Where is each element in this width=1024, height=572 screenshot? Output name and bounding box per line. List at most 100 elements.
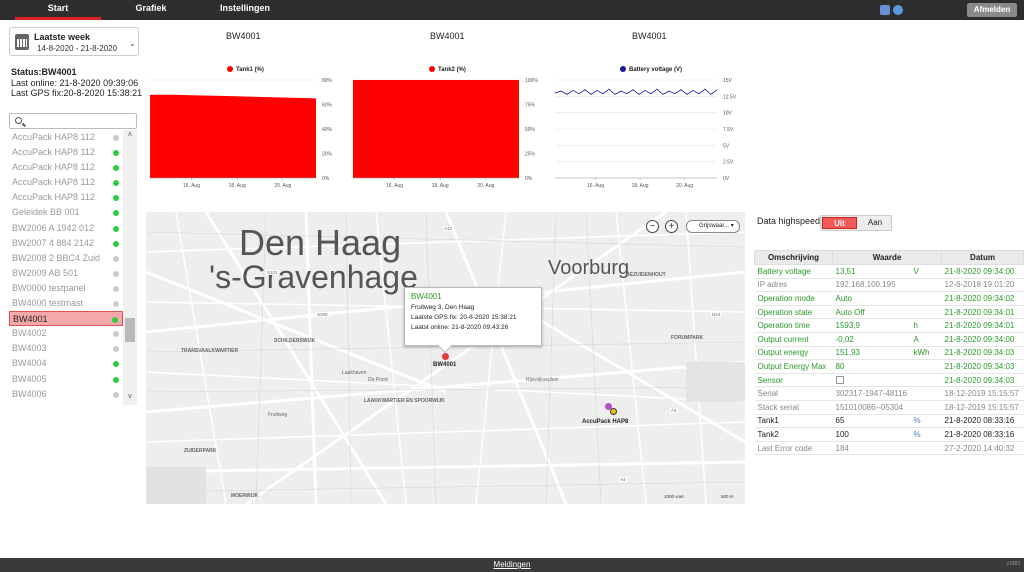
scroll-up-icon[interactable]: ˄ <box>125 130 135 139</box>
row-value: 80 <box>832 359 942 374</box>
map-type-label: Grijswaar... <box>699 223 730 229</box>
table-row: IP adres 192.168.100.195 12-6-2018 19:01:2… <box>754 278 1024 293</box>
scroll-thumb[interactable] <box>125 318 135 342</box>
data-point <box>704 88 706 90</box>
map-district-label: SCHILDERSWIJK <box>274 338 316 344</box>
tab-grafiek[interactable]: Grafiek <box>118 0 184 20</box>
highspeed-off-button[interactable]: Uit <box>822 217 857 229</box>
zoom-out-button[interactable]: − <box>646 220 659 233</box>
help-icon[interactable] <box>893 5 903 15</box>
sensor-checkbox[interactable] <box>835 375 844 384</box>
table-header: Omschrijving <box>754 250 833 265</box>
row-date: 18-12-2019 15:15:57 <box>941 386 1024 401</box>
chart2-title: BW4001 <box>430 31 465 41</box>
data-point <box>680 89 682 91</box>
highspeed-toggle[interactable]: Uit Aan <box>820 215 892 231</box>
language-icon[interactable] <box>880 5 890 15</box>
vehicle-list-item[interactable]: BW2007 4 884 2142 <box>9 236 123 251</box>
map-district-label: ZUIDERPARK <box>184 448 217 454</box>
row-value <box>832 373 942 388</box>
chart1-title: BW4001 <box>226 31 261 41</box>
data-point <box>710 94 712 95</box>
notifications-link[interactable]: Meldingen <box>0 558 1024 571</box>
status-title: Status:BW4001 <box>11 67 77 77</box>
map-type-select[interactable]: Grijswaar... ▾ <box>686 220 740 233</box>
popup-address: Fruitweg 3, Den Haag <box>411 304 475 311</box>
vehicle-name: BW4006 <box>12 388 47 399</box>
table-row: Operation time 1593,9 h 21-8-2020 09:34:01 <box>754 318 1024 333</box>
map-district-label: BEZUIDENHOUT <box>626 272 666 278</box>
vehicle-list-item[interactable]: BW0000 testpanel <box>9 281 123 296</box>
highspeed-label: Data highspeed <box>757 216 821 226</box>
status-dot-icon <box>113 376 119 383</box>
row-value-text: 1593,9 <box>835 321 860 331</box>
vehicle-list-item[interactable]: BW2008 2 BBC4 Zuid <box>9 251 123 266</box>
period-range: 14-8-2020 - 21-8-2020 <box>37 44 118 53</box>
row-date: 21-8-2020 09:34:00 <box>941 264 1024 279</box>
row-description: Operation time <box>754 318 833 333</box>
vehicle-list-item[interactable]: BW4002 <box>9 326 123 341</box>
vehicle-list-item[interactable]: BW4000 testmast <box>9 296 123 311</box>
row-description: IP adres <box>754 278 833 293</box>
tab-start[interactable]: Start <box>15 0 101 20</box>
data-point <box>608 88 610 90</box>
vehicle-list-item[interactable]: AccuPack HAP8 112 <box>9 160 123 175</box>
tab-instellingen[interactable]: Instellingen <box>205 0 285 20</box>
row-unit: h <box>913 321 918 331</box>
map-district-label: LAAKKWARTIER EN SPOORWIJK <box>364 398 445 404</box>
row-description: Serial <box>754 386 833 401</box>
vehicle-list-item[interactable]: BW2009 AB 501 <box>9 266 123 281</box>
status-dot-icon <box>113 210 119 217</box>
vehicle-list-item[interactable]: AccuPack HAP8 112 <box>9 190 123 205</box>
vehicle-marker-icon[interactable] <box>610 408 617 415</box>
chart1-legend-label: Tank1 (%) <box>236 67 264 73</box>
row-value: 100% <box>832 427 942 442</box>
popup-last-online: Laatst online: 21-8-2020 09:43:26 <box>411 324 509 331</box>
vehicle-list-item[interactable]: BW4004 <box>9 356 123 371</box>
data-point <box>596 90 598 91</box>
vehicle-list-item[interactable]: Geleidek BB 001 <box>9 205 123 220</box>
y-tick-label: 100% <box>525 78 538 84</box>
scroll-down-icon[interactable]: ˅ <box>125 392 135 401</box>
row-description: Operation mode <box>754 291 833 306</box>
period-selector[interactable]: Laatste week 14-8-2020 - 21-8-2020 ⌄ <box>9 27 139 56</box>
status-dot-icon <box>113 240 119 247</box>
vehicle-list-item[interactable]: BW4005 <box>9 372 123 387</box>
y-tick-label: 20% <box>322 152 333 158</box>
data-point <box>692 90 694 91</box>
vehicle-name: AccuPack HAP8 112 <box>12 192 95 203</box>
vehicle-list-item[interactable]: BW2006 A 1942 012 <box>9 221 123 236</box>
row-description: Operation state <box>754 305 833 320</box>
status-dot-icon <box>113 331 119 338</box>
map[interactable]: Den Haag 's-Gravenhage Voorburg TRANSVAA… <box>146 212 745 504</box>
zoom-in-button[interactable]: + <box>665 220 678 233</box>
map-road-label: A4 <box>670 408 678 413</box>
top-navigation-bar: Start Grafiek Instellingen Afmelden <box>0 0 1024 20</box>
vehicle-marker-icon[interactable] <box>442 353 449 360</box>
data-point <box>584 89 586 91</box>
data-point <box>620 90 622 92</box>
series-area <box>150 94 316 178</box>
data-point <box>668 90 670 92</box>
vehicle-list-item[interactable]: AccuPack HAP8 112 <box>9 145 123 160</box>
data-point <box>716 89 718 91</box>
y-tick-label: 80% <box>322 78 333 84</box>
series-area <box>353 80 519 178</box>
vehicle-list-item[interactable]: BW4003 <box>9 341 123 356</box>
map-street-label: Fruitweg <box>268 412 288 418</box>
row-value-text: 184 <box>835 443 849 453</box>
row-date: 21-8-2020 09:34:02 <box>941 291 1024 306</box>
vehicle-list-item[interactable]: AccuPack HAP8 112 <box>9 130 123 145</box>
highspeed-on-button[interactable]: Aan <box>859 217 891 229</box>
vehicle-list-item[interactable]: AccuPack HAP8 112 <box>9 175 123 190</box>
vehicle-list-item[interactable]: BW4001 <box>9 311 123 327</box>
logout-button[interactable]: Afmelden <box>967 3 1017 17</box>
data-point <box>572 90 574 91</box>
data-point <box>578 93 580 95</box>
vehicle-list-item[interactable]: BW4006 <box>9 387 123 402</box>
row-description: Stack serial <box>754 400 833 415</box>
search-input[interactable] <box>9 113 137 129</box>
vehicle-marker-label: AccuPack HAP8 <box>582 419 629 425</box>
table-row: Output Energy Max 80 21-8-2020 09:34:03 <box>754 359 1024 374</box>
vehicle-list-scrollbar[interactable]: ˄ ˅ <box>123 130 137 405</box>
